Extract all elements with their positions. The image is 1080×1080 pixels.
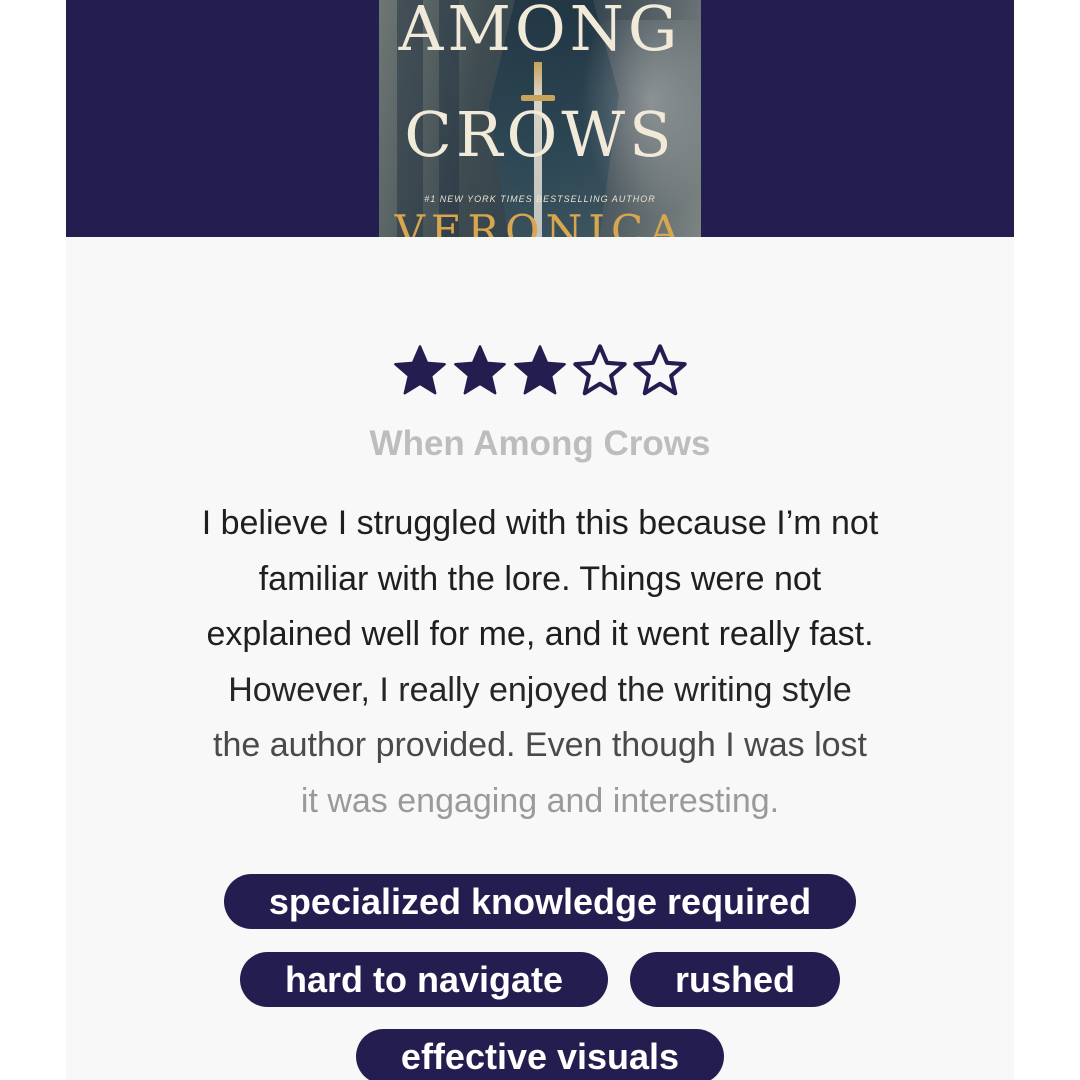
- cover-title-line-1: AMONG: [398, 0, 682, 65]
- cover-tagline: #1 NEW YORK TIMES BESTSELLING AUTHOR: [424, 194, 656, 204]
- tag-row: hard to navigate rushed: [66, 952, 1014, 1007]
- star-outline-icon[interactable]: [571, 342, 629, 400]
- review-line: However, I really enjoyed the writing st…: [228, 670, 852, 709]
- cover-title-line-2: CROWS: [404, 98, 676, 171]
- star-outline-icon[interactable]: [631, 342, 689, 400]
- tag-pill[interactable]: effective visuals: [355, 1029, 725, 1080]
- star-filled-icon[interactable]: [511, 342, 569, 400]
- review-line: I believe I struggled with this because …: [201, 504, 879, 542]
- cover-author: VERONICA: [394, 206, 686, 237]
- tag-row: effective visuals: [66, 1029, 1014, 1080]
- header-band: AMONG CROWS #1 NEW YORK TIMES BESTSELLIN…: [66, 0, 1014, 237]
- tag-pill[interactable]: hard to navigate: [239, 952, 609, 1007]
- book-cover-image[interactable]: AMONG CROWS #1 NEW YORK TIMES BESTSELLIN…: [379, 0, 701, 237]
- review-line: explained well for me, and it went reall…: [206, 615, 874, 653]
- star-filled-icon[interactable]: [391, 342, 449, 400]
- review-line: it was engaging and interesting.: [300, 781, 780, 820]
- review-line: the author provided. Even though I was l…: [213, 726, 867, 764]
- review-card: AMONG CROWS #1 NEW YORK TIMES BESTSELLIN…: [66, 0, 1014, 1080]
- review-text: I believe I struggled with this because …: [106, 496, 974, 829]
- book-title: When Among Crows: [369, 424, 711, 463]
- review-line: familiar with the lore. Things were not: [258, 559, 822, 598]
- tag-row: specialized knowledge required: [66, 874, 1014, 929]
- tag-pill[interactable]: rushed: [630, 952, 841, 1007]
- tag-pill[interactable]: specialized knowledge required: [223, 874, 857, 929]
- star-rating: [66, 342, 1014, 400]
- star-filled-icon[interactable]: [451, 342, 509, 400]
